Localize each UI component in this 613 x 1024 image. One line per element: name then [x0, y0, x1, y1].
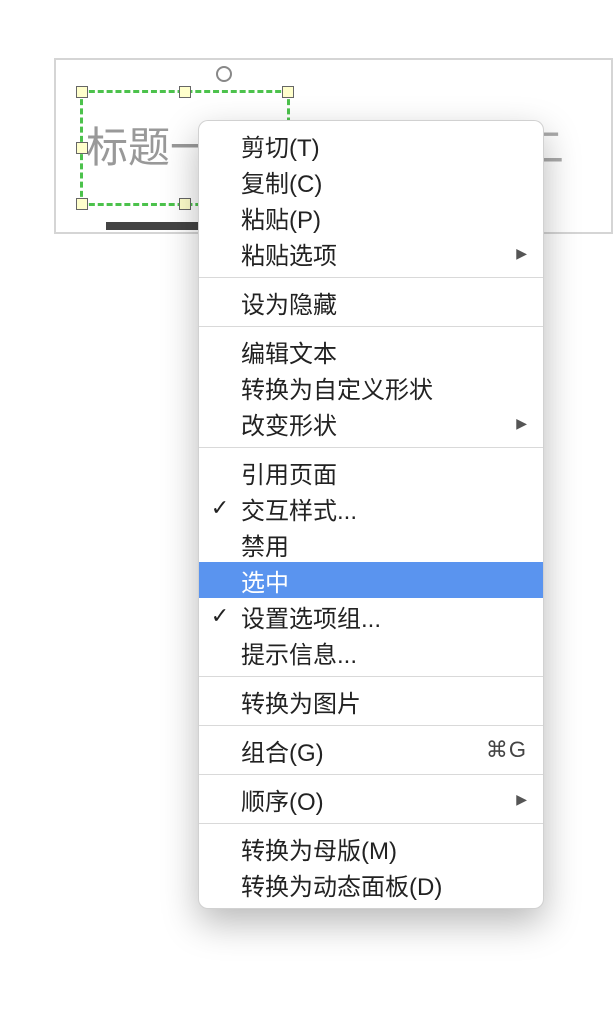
resize-handle-top-mid[interactable]	[179, 86, 191, 98]
menu-item[interactable]: 粘贴(P)	[199, 199, 543, 235]
menu-item[interactable]: 粘贴选项 ▶	[199, 235, 543, 271]
menu-item[interactable]: 组合(G)⌘G	[199, 732, 543, 768]
menu-item[interactable]: ✓设置选项组...	[199, 598, 543, 634]
menu-item[interactable]: 剪切(T)	[199, 127, 543, 163]
menu-separator	[199, 676, 543, 677]
menu-separator	[199, 725, 543, 726]
menu-item-label: 粘贴选项	[241, 236, 508, 271]
rotate-handle[interactable]	[216, 66, 232, 82]
menu-item-label: 剪切(T)	[241, 128, 527, 163]
context-menu: 剪切(T)复制(C)粘贴(P)粘贴选项 ▶ 设为隐藏编辑文本转换为自定义形状改变形状…	[198, 120, 544, 909]
menu-item-label: 转换为自定义形状	[241, 370, 527, 405]
menu-item-shortcut: ⌘G	[486, 737, 527, 763]
menu-item-label: 禁用	[241, 527, 527, 562]
menu-item-label: 选中	[241, 563, 527, 598]
menu-item[interactable]: 引用页面	[199, 454, 543, 490]
menu-item[interactable]: 设为隐藏	[199, 284, 543, 320]
menu-item-label: 组合(G)	[241, 733, 486, 768]
menu-separator	[199, 774, 543, 775]
menu-item[interactable]: 提示信息...	[199, 634, 543, 670]
resize-handle-top-left[interactable]	[76, 86, 88, 98]
submenu-arrow-icon: ▶	[516, 245, 527, 262]
submenu-arrow-icon: ▶	[516, 791, 527, 808]
menu-item-label: 转换为动态面板(D)	[241, 867, 527, 902]
menu-item-label: 设为隐藏	[241, 285, 527, 320]
menu-separator	[199, 823, 543, 824]
resize-handle-mid-left[interactable]	[76, 142, 88, 154]
menu-item-label: 转换为母版(M)	[241, 831, 527, 866]
menu-item-label: 引用页面	[241, 455, 527, 490]
menu-item[interactable]: 转换为母版(M)	[199, 830, 543, 866]
menu-separator	[199, 277, 543, 278]
menu-item-label: 提示信息...	[241, 635, 527, 670]
checkmark-icon: ✓	[199, 603, 241, 629]
menu-item[interactable]: 编辑文本	[199, 333, 543, 369]
menu-item[interactable]: ✓交互样式...	[199, 490, 543, 526]
menu-item[interactable]: 顺序(O) ▶	[199, 781, 543, 817]
menu-item-label: 改变形状	[241, 406, 508, 441]
menu-item[interactable]: 转换为动态面板(D)	[199, 866, 543, 902]
menu-separator	[199, 447, 543, 448]
menu-item[interactable]: 禁用	[199, 526, 543, 562]
menu-item-label: 顺序(O)	[241, 782, 508, 817]
menu-item-label: 转换为图片	[241, 684, 527, 719]
checkmark-icon: ✓	[199, 495, 241, 521]
menu-item-label: 交互样式...	[241, 491, 527, 526]
menu-item-label: 粘贴(P)	[241, 200, 527, 235]
menu-item-label: 编辑文本	[241, 334, 527, 369]
menu-item[interactable]: 转换为图片	[199, 683, 543, 719]
menu-separator	[199, 326, 543, 327]
resize-handle-bottom-left[interactable]	[76, 198, 88, 210]
menu-item-label: 复制(C)	[241, 164, 527, 199]
menu-item[interactable]: 改变形状 ▶	[199, 405, 543, 441]
resize-handle-bottom-mid[interactable]	[179, 198, 191, 210]
menu-item[interactable]: 选中	[199, 562, 543, 598]
submenu-arrow-icon: ▶	[516, 415, 527, 432]
menu-item[interactable]: 转换为自定义形状	[199, 369, 543, 405]
menu-item[interactable]: 复制(C)	[199, 163, 543, 199]
resize-handle-top-right[interactable]	[282, 86, 294, 98]
menu-item-label: 设置选项组...	[241, 599, 527, 634]
